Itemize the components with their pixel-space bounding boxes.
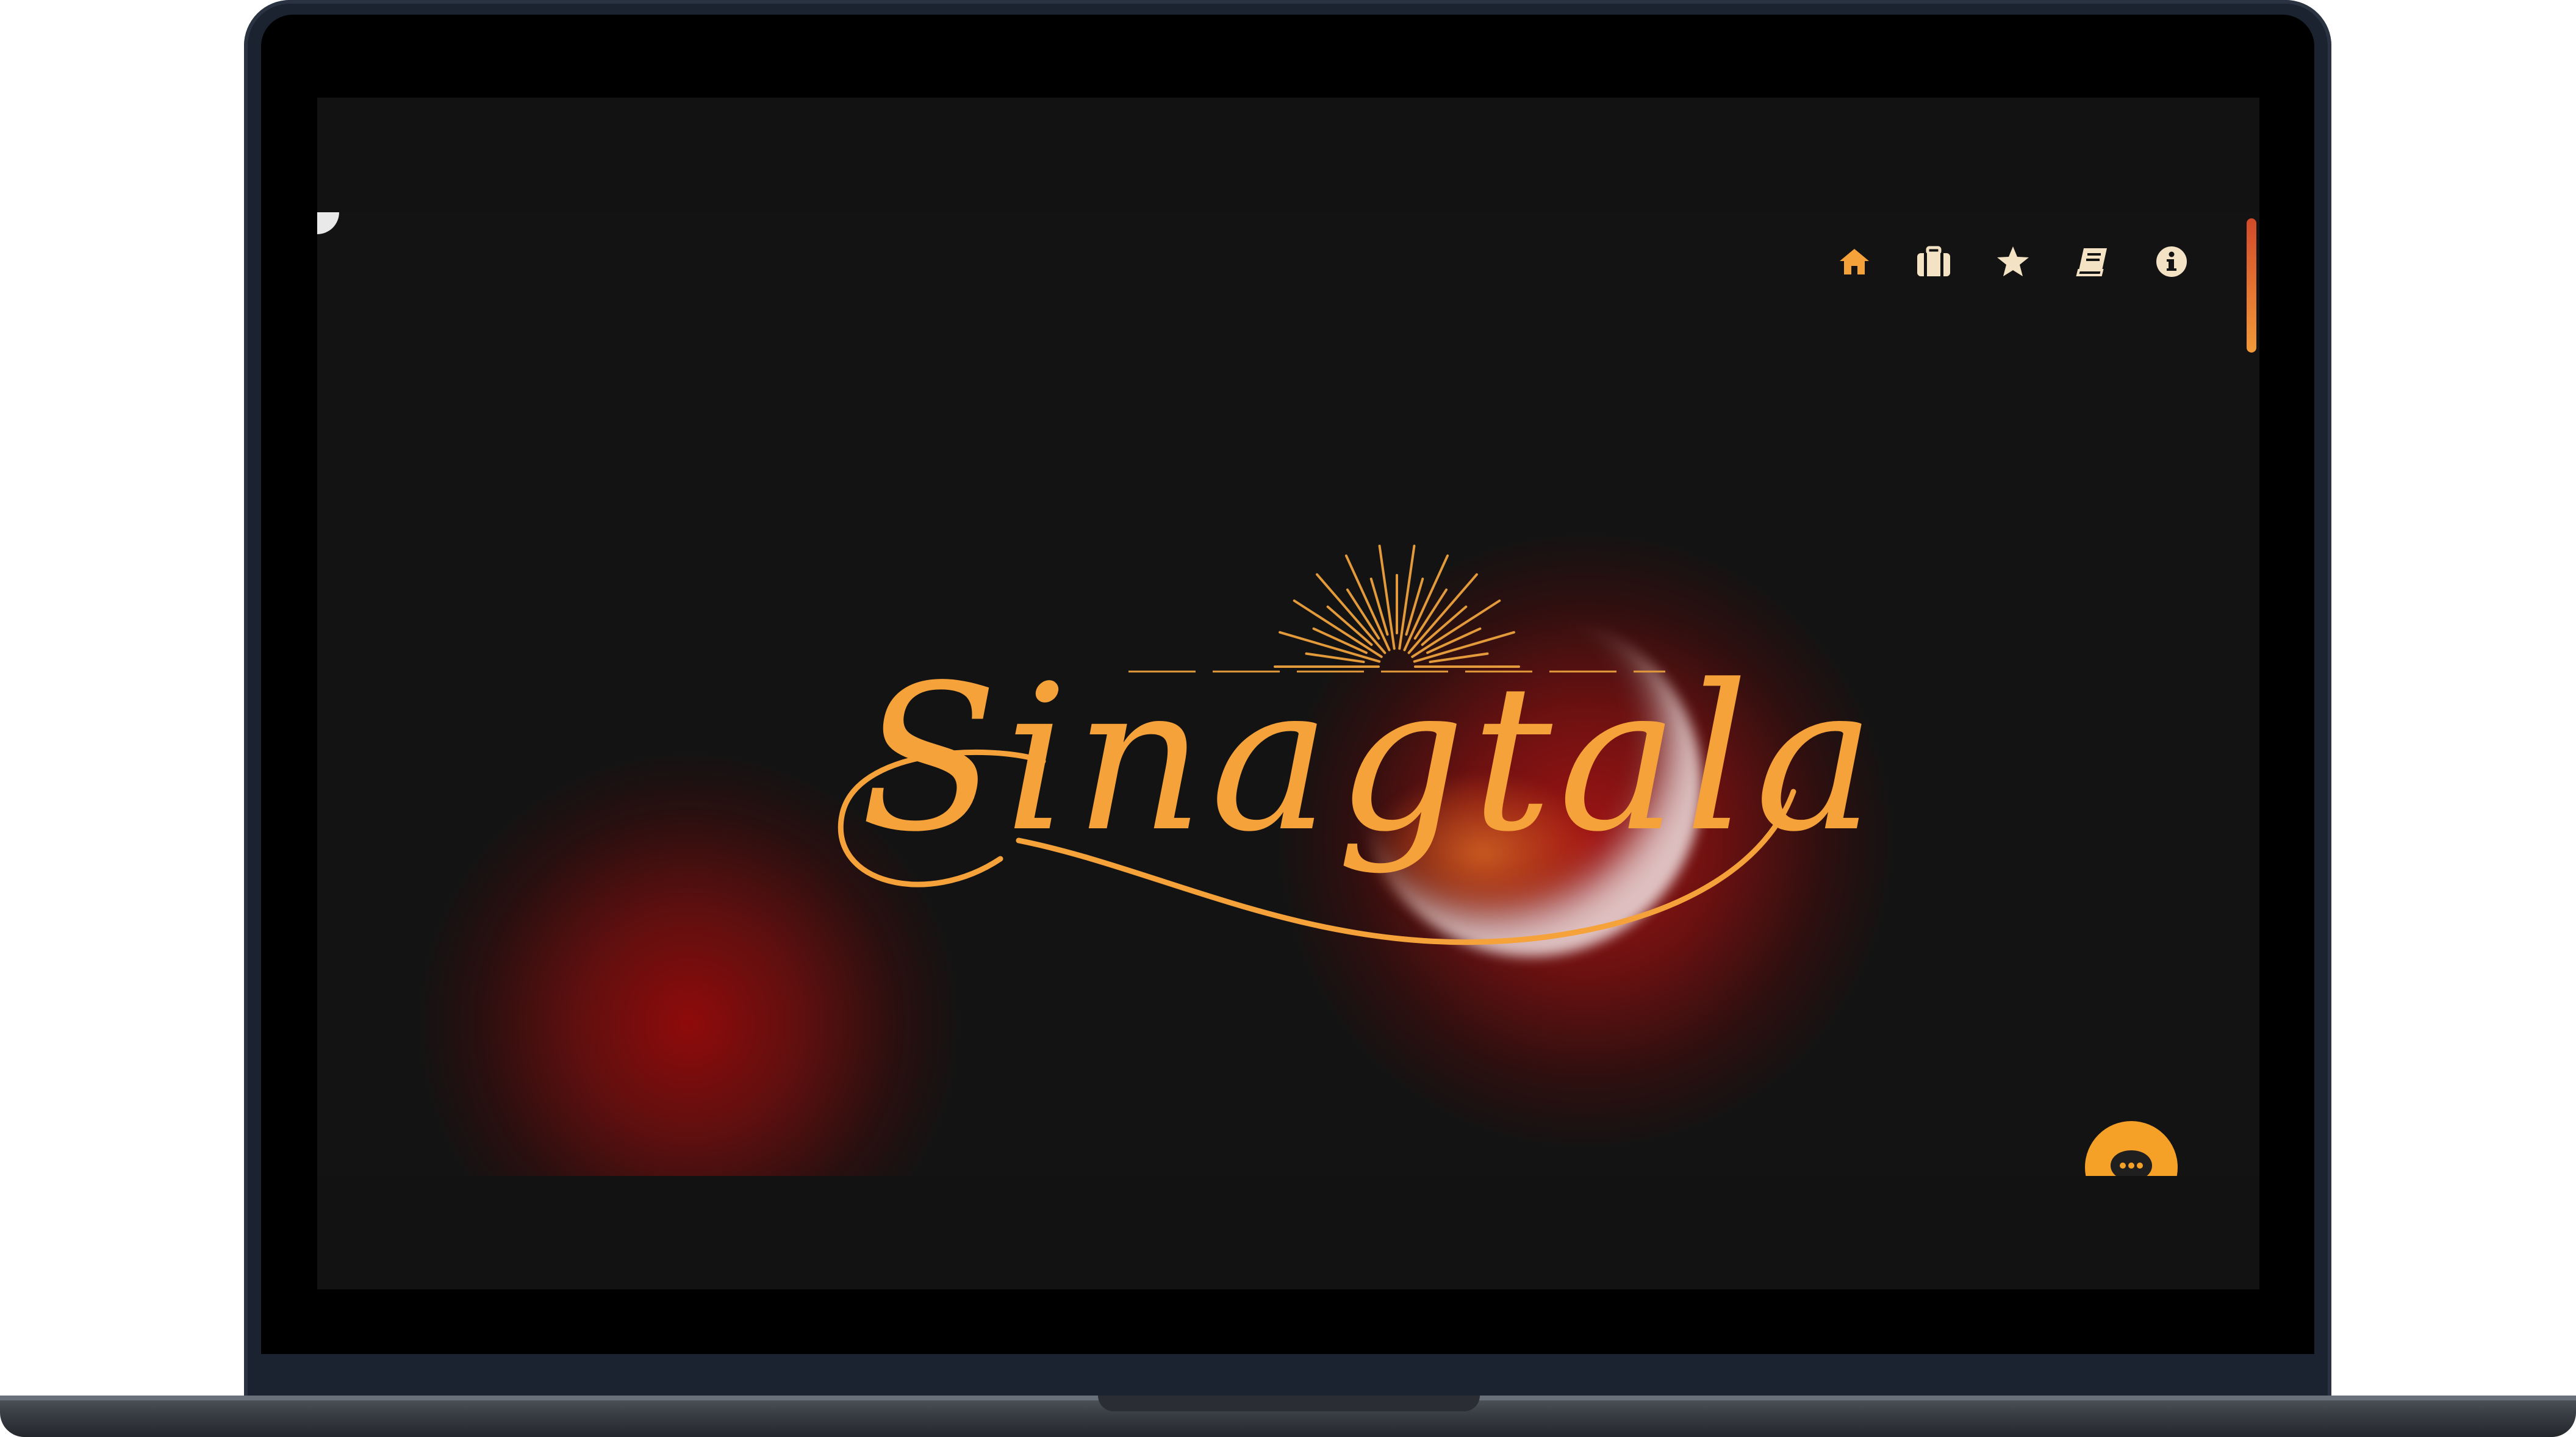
star-icon xyxy=(1997,246,2029,276)
hero-section: Sinagtala xyxy=(317,212,2259,1176)
laptop-notch xyxy=(1098,1396,1480,1411)
scrollbar-thumb[interactable] xyxy=(2247,218,2256,353)
nav-portfolio[interactable] xyxy=(1914,242,1954,282)
nav-favorites[interactable] xyxy=(1993,242,2033,282)
sinagtala-logo: Sinagtala xyxy=(838,545,1881,945)
home-icon xyxy=(1840,249,1869,274)
page-bottom-band xyxy=(317,1176,2259,1289)
laptop-mockup: Sinagtala xyxy=(0,0,2576,1437)
laptop-screen: Sinagtala xyxy=(317,98,2259,1289)
nav-about[interactable] xyxy=(2151,242,2192,282)
book-icon xyxy=(2076,248,2107,276)
nav-home[interactable] xyxy=(1834,242,1875,282)
page-top-band xyxy=(317,98,2259,212)
info-icon xyxy=(2156,246,2187,277)
chat-bubble-icon xyxy=(2111,1150,2152,1176)
logo-wordmark: Sinagtala xyxy=(860,642,1881,876)
nav-blog[interactable] xyxy=(2072,242,2112,282)
briefcase-icon xyxy=(1917,246,1950,276)
